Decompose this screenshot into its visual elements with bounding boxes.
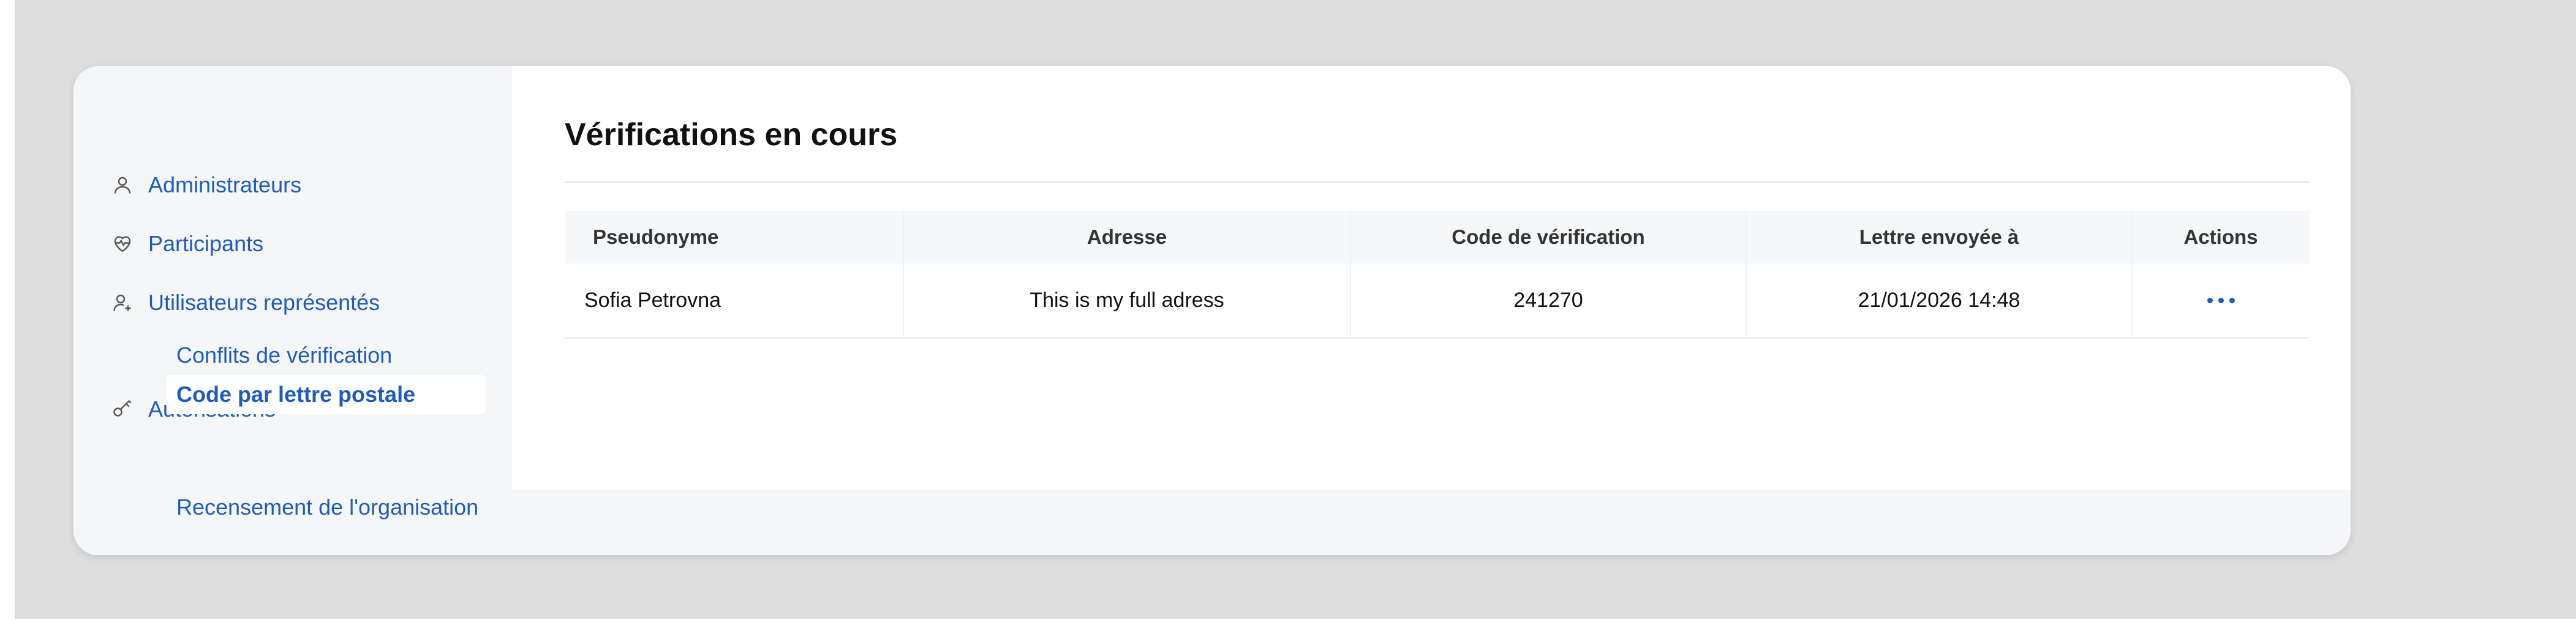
sidebar: Administrateurs Participants Utilisateur…	[73, 66, 512, 555]
sidebar-item-participants[interactable]: Participants	[111, 222, 263, 266]
column-header-code: Code de vérification	[1351, 211, 1747, 263]
content-card: Administrateurs Participants Utilisateur…	[73, 66, 2351, 555]
sidebar-subitem-code-par-lettre-postale[interactable]: Code par lettre postale	[167, 375, 485, 414]
sidebar-item-label: Code par lettre postale	[176, 382, 416, 407]
page-title: Vérifications en cours	[565, 117, 898, 153]
column-header-actions: Actions	[2183, 225, 2258, 248]
sidebar-item-administrateurs[interactable]: Administrateurs	[111, 163, 301, 207]
table-header: Pseudonyme Adresse Code de vérification …	[565, 211, 2309, 263]
column-header-adresse: Adresse	[904, 211, 1351, 263]
cell-adresse: This is my full adress	[904, 263, 1351, 337]
user-plus-icon	[111, 292, 134, 314]
main-panel: Vérifications en cours Pseudonyme Adress…	[512, 66, 2351, 490]
sidebar-item-utilisateurs-representes[interactable]: Utilisateurs représentés	[111, 281, 380, 325]
sidebar-subitem-conflits-de-verification[interactable]: Conflits de vérification	[176, 336, 392, 375]
verifications-table: Pseudonyme Adresse Code de vérification …	[565, 211, 2309, 339]
sidebar-item-label: Utilisateurs représentés	[148, 290, 380, 315]
cell-lettre: 21/01/2026 14:48	[1747, 263, 2133, 337]
heart-pulse-icon	[111, 233, 134, 255]
more-horizontal-icon[interactable]	[2201, 292, 2241, 309]
sidebar-item-label: Recensement de l'organisation	[176, 494, 479, 520]
key-icon	[111, 398, 134, 420]
sidebar-item-label: Administrateurs	[148, 172, 302, 197]
column-header-pseudonyme: Pseudonyme	[565, 211, 904, 263]
title-divider	[565, 181, 2309, 183]
cell-code: 241270	[1351, 263, 1747, 337]
sidebar-subitem-recensement-organisation[interactable]: Recensement de l'organisation	[176, 488, 478, 527]
column-header-lettre: Lettre envoyée à	[1747, 211, 2133, 263]
cell-pseudonyme: Sofia Petrovna	[565, 263, 904, 337]
sidebar-item-label: Conflits de vérification	[176, 343, 393, 368]
table-row: Sofia Petrovna This is my full adress 24…	[565, 263, 2309, 339]
sidebar-item-label: Participants	[148, 231, 264, 256]
cell-actions	[2133, 263, 2309, 337]
user-icon	[111, 174, 134, 196]
